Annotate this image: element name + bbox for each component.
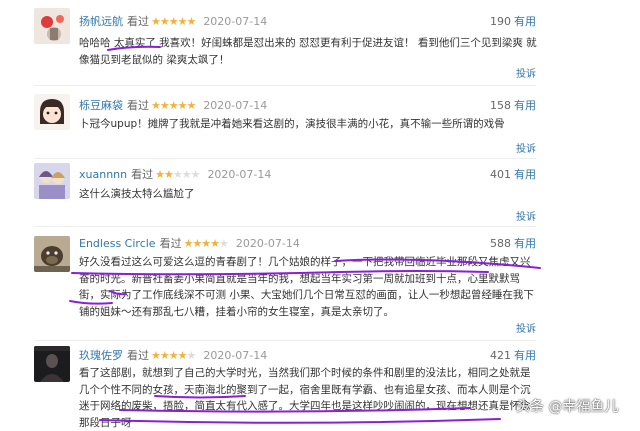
username-link[interactable]: 扬帆远航	[79, 15, 123, 28]
useful-button[interactable]: 有用	[514, 237, 536, 250]
rating-stars: ★★★★★	[183, 237, 229, 250]
cartoon-girl-avatar[interactable]	[34, 94, 70, 130]
report-link[interactable]: 投诉	[516, 65, 536, 80]
useful-button[interactable]: 有用	[514, 15, 536, 28]
username-link[interactable]: xuannnn	[79, 168, 127, 181]
review-text: 好久没看过这么可爱这么逗的青春剧了！几个姑娘的样子，一下把我带回临近毕业那段又焦…	[79, 256, 534, 318]
useful-votes: 401 有用	[490, 168, 536, 182]
watched-label: 看过	[159, 237, 182, 250]
watched-label: 看过	[127, 15, 149, 28]
vote-count: 158	[490, 99, 511, 112]
vote-count: 588	[490, 237, 511, 250]
review-text: 卜冠今upup！摊牌了我就是冲着她来看这剧的，演技很丰满的小花，真不输一些所谓的…	[79, 118, 505, 130]
watermark: 头条 @幸福鱼儿	[516, 399, 619, 415]
review-date: 2020-07-14	[207, 168, 272, 181]
vote-count: 421	[490, 349, 511, 362]
vote-count: 190	[490, 15, 511, 28]
useful-votes: 421 有用	[490, 349, 536, 363]
username-link[interactable]: 玖瑰佐罗	[79, 349, 123, 362]
divider	[34, 158, 536, 159]
review-text: 哈哈哈 太真实了 我喜欢！好闺蛛都是怼出来的 怼怼更有利于促进友谊！ 看到他们三…	[79, 37, 537, 66]
username-link[interactable]: 栎豆麻袋	[79, 99, 123, 112]
anime-couple-avatar[interactable]	[34, 163, 70, 199]
review-meta: xuannnn 看过 ★★★★★ 2020-07-14	[79, 168, 271, 182]
useful-votes: 190 有用	[490, 15, 536, 29]
review-text: 看了这部剧，就想到了自己的大学时光，当然我们那个时候的条件和剧里的没法比，相同之…	[79, 367, 531, 429]
useful-button[interactable]: 有用	[514, 349, 536, 362]
review-text: 这什么演技太特么尴尬了	[79, 188, 195, 200]
review-date: 2020-07-14	[203, 349, 268, 362]
vote-count: 401	[490, 168, 511, 181]
useful-votes: 588 有用	[490, 237, 536, 251]
useful-votes: 158 有用	[490, 99, 536, 113]
watched-label: 看过	[131, 168, 154, 181]
rating-stars: ★★★★★	[151, 15, 196, 28]
watched-label: 看过	[127, 99, 149, 112]
divider	[34, 85, 536, 86]
review-meta: 栎豆麻袋 看过 ★★★★★ 2020-07-14	[79, 99, 267, 113]
dog-avatar[interactable]	[34, 236, 70, 272]
review-date: 2020-07-14	[235, 237, 300, 250]
review-date: 2020-07-14	[203, 99, 268, 112]
lantern-girl-avatar[interactable]	[34, 8, 70, 44]
review-meta: Endless Circle 看过 ★★★★★ 2020-07-14	[79, 237, 300, 251]
divider	[34, 226, 536, 227]
review-meta: 扬帆远航 看过 ★★★★★ 2020-07-14	[79, 15, 267, 29]
rating-stars: ★★★★★	[151, 99, 196, 112]
useful-button[interactable]: 有用	[514, 168, 536, 181]
report-link[interactable]: 投诉	[516, 208, 536, 223]
rating-stars: ★★★★★	[155, 168, 200, 181]
watched-label: 看过	[127, 349, 149, 362]
divider	[34, 340, 536, 341]
report-link[interactable]: 投诉	[516, 320, 536, 335]
username-link[interactable]: Endless Circle	[79, 237, 156, 250]
rating-stars: ★★★★★	[151, 349, 196, 362]
review-meta: 玖瑰佐罗 看过 ★★★★★ 2020-07-14	[79, 349, 267, 363]
dark-figure-avatar[interactable]	[34, 346, 70, 382]
review-date: 2020-07-14	[203, 15, 268, 28]
report-link[interactable]: 投诉	[516, 140, 536, 155]
useful-button[interactable]: 有用	[514, 99, 536, 112]
